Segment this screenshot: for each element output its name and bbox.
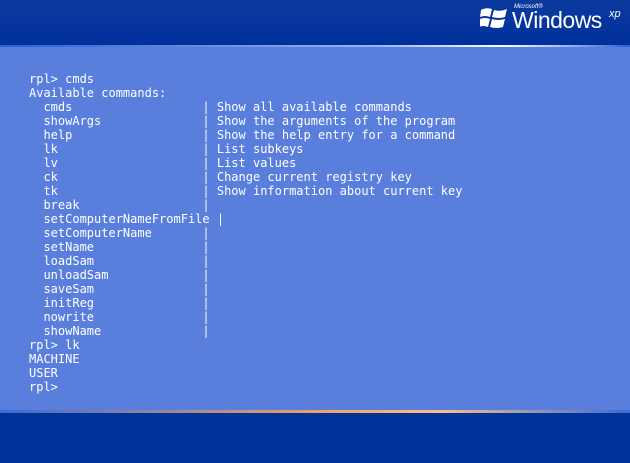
console-line: nowrite |	[29, 310, 210, 324]
console-line: lv | List values	[29, 156, 297, 170]
console-line: help | Show the help entry for a command	[29, 128, 456, 142]
console-line: lk | List subkeys	[29, 142, 304, 156]
console-line: initReg |	[29, 296, 210, 310]
windows-flag-icon	[480, 8, 507, 28]
logo-xp-text: xp	[609, 8, 621, 20]
console-line: rpl> cmds	[29, 72, 95, 86]
console-line: USER	[29, 366, 58, 380]
console-line: showName |	[29, 324, 210, 338]
console-line: loadSam |	[29, 254, 210, 268]
console-line: cmds | Show all available commands	[29, 100, 412, 114]
bottom-bar	[0, 413, 630, 463]
console-output: rpl> cmds Available commands: cmds | Show…	[29, 72, 462, 394]
console-line: tk | Show information about current key	[29, 184, 463, 198]
console-line: break |	[29, 198, 210, 212]
console-line: MACHINE	[29, 352, 80, 366]
logo-windows-text: Windows	[512, 7, 602, 33]
console-line: rpl>	[29, 380, 58, 394]
console-line: rpl> lk	[29, 338, 80, 352]
console-line: saveSam |	[29, 282, 210, 296]
windows-xp-logo: Microsoft® Windows xp	[478, 2, 623, 42]
top-bar: Microsoft® Windows xp	[0, 0, 630, 46]
console-line: ck | Change current registry key	[29, 170, 412, 184]
console-line: setComputerNameFromFile |	[29, 212, 225, 226]
console-line: setComputerName |	[29, 226, 210, 240]
setup-screen: Microsoft® Windows xp rpl> cmds Available…	[0, 0, 630, 463]
console-line: showArgs | Show the arguments of the pro…	[29, 114, 456, 128]
console-line: unloadSam |	[29, 268, 210, 282]
console-line: Available commands:	[29, 86, 167, 100]
console-line: setName |	[29, 240, 210, 254]
